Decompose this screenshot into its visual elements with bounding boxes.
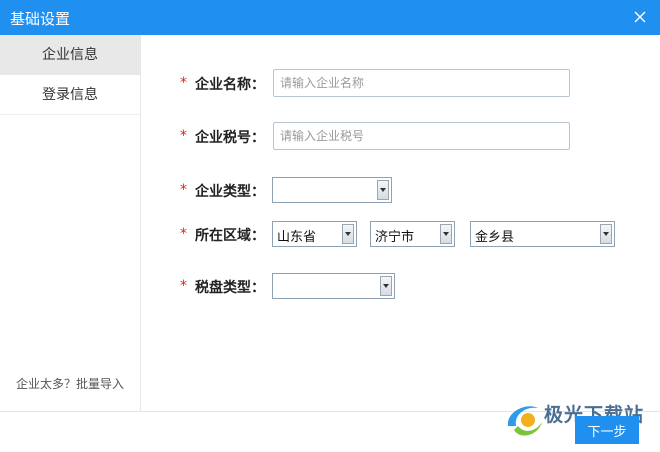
tax-number-row: * 企业税号： <box>141 122 660 150</box>
sidebar-item-label: 企业信息 <box>42 47 98 63</box>
county-select[interactable]: 金乡县 <box>470 221 615 247</box>
city-select[interactable]: 济宁市 <box>370 221 455 247</box>
tax-number-label: 企业税号： <box>195 130 265 146</box>
sidebar: 企业信息 登录信息 企业太多？批量导入 <box>0 35 141 411</box>
form-panel: * 企业名称： * 企业税号： * 企业类型： * 所在区域： 山东省 济宁市 … <box>141 35 660 411</box>
sidebar-item-login-info[interactable]: 登录信息 <box>0 75 140 115</box>
tax-disk-type-row: * 税盘类型： <box>141 272 660 300</box>
window-title: 基础设置 <box>10 10 71 28</box>
required-mark: * <box>180 128 187 144</box>
watermark-logo-icon <box>507 406 542 436</box>
next-button[interactable]: 下一步 <box>575 416 639 444</box>
sidebar-item-label: 登录信息 <box>42 87 98 103</box>
county-value: 金乡县 <box>475 230 515 245</box>
company-type-label: 企业类型： <box>195 184 265 200</box>
company-name-label: 企业名称： <box>195 77 265 93</box>
chevron-down-icon[interactable] <box>377 180 389 200</box>
required-mark: * <box>180 226 187 242</box>
chevron-down-icon[interactable] <box>380 276 392 296</box>
tax-disk-type-select[interactable] <box>272 273 395 299</box>
required-mark: * <box>180 182 187 198</box>
required-mark: * <box>180 278 187 294</box>
required-mark: * <box>180 75 187 91</box>
company-type-row: * 企业类型： <box>141 176 660 204</box>
city-value: 济宁市 <box>375 230 415 245</box>
province-select[interactable]: 山东省 <box>272 221 357 247</box>
province-value: 山东省 <box>277 230 317 245</box>
chevron-down-icon[interactable] <box>342 224 354 244</box>
region-row: * 所在区域： 山东省 济宁市 金乡县 <box>141 220 660 248</box>
sidebar-item-company-info[interactable]: 企业信息 <box>0 35 140 75</box>
bulk-import-link[interactable]: 企业太多？批量导入 <box>0 375 140 392</box>
tax-disk-type-label: 税盘类型： <box>195 280 265 296</box>
close-icon[interactable] <box>632 8 648 26</box>
chevron-down-icon[interactable] <box>440 224 452 244</box>
title-bar: 基础设置 <box>0 0 660 35</box>
company-type-select[interactable] <box>272 177 392 203</box>
region-label: 所在区域： <box>195 228 265 244</box>
company-name-row: * 企业名称： <box>141 69 660 97</box>
tax-number-input[interactable] <box>273 122 570 150</box>
chevron-down-icon[interactable] <box>600 224 612 244</box>
company-name-input[interactable] <box>273 69 570 97</box>
